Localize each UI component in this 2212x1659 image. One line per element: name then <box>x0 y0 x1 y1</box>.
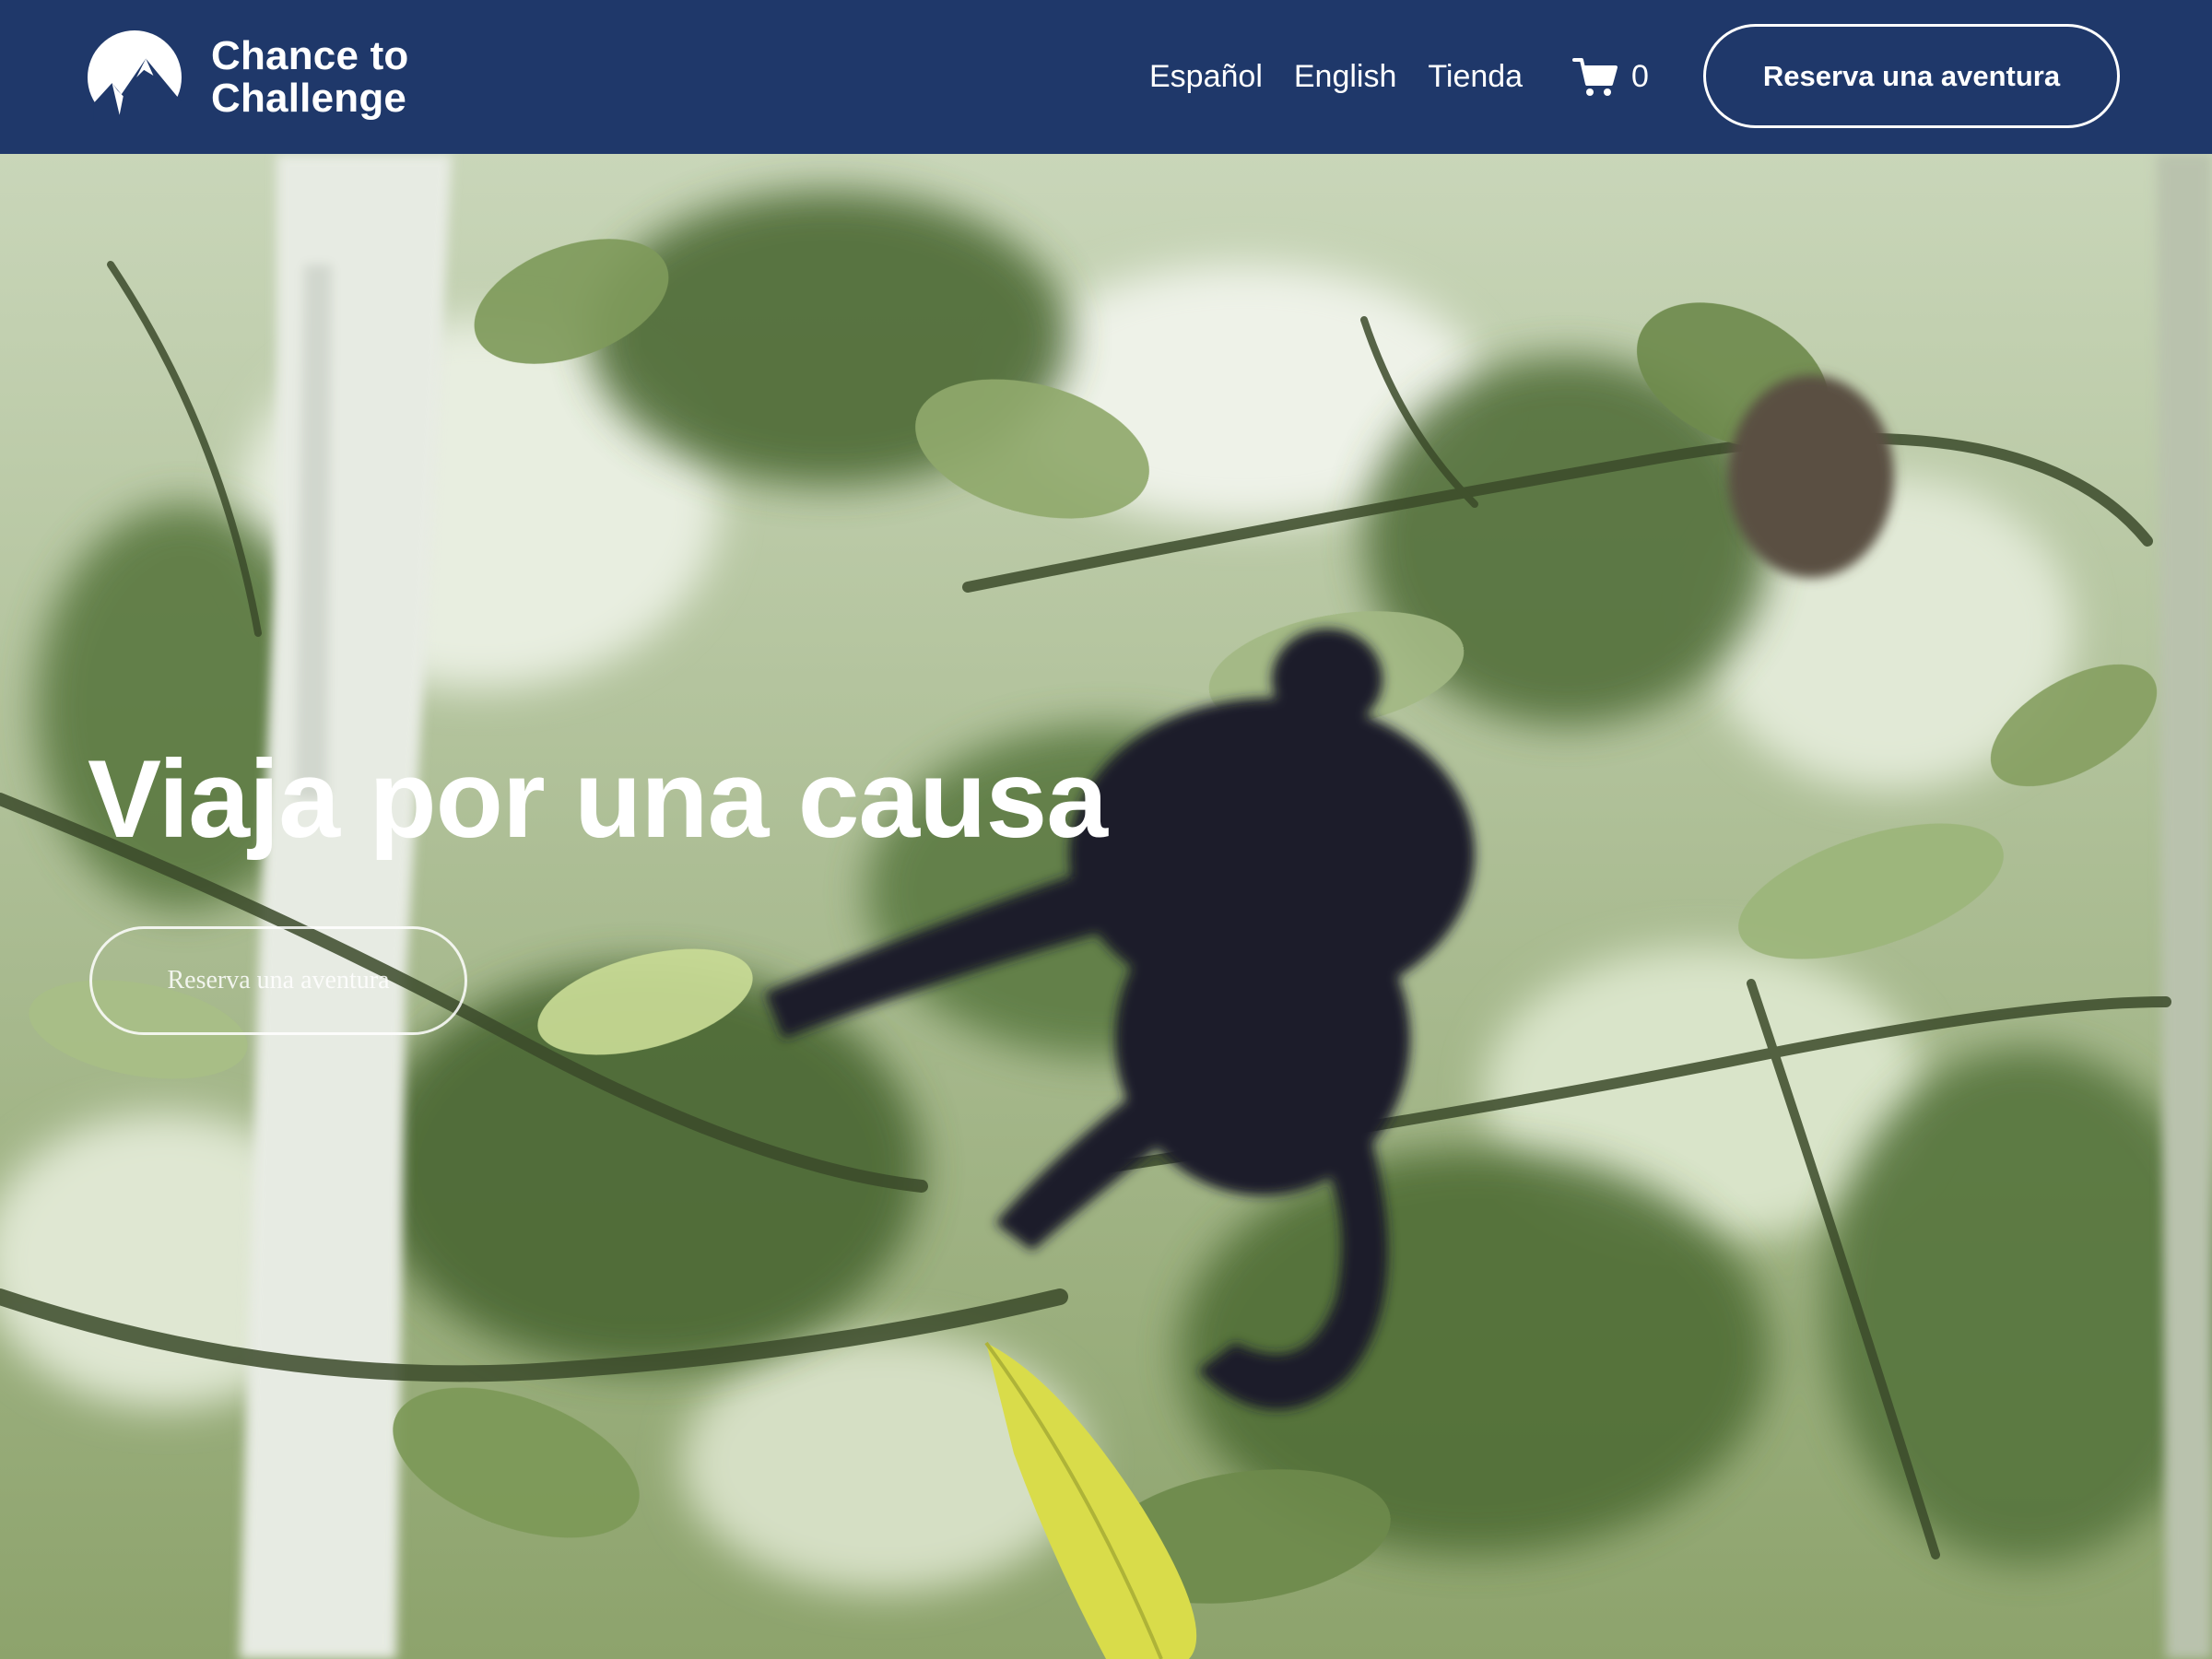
hero-background-photo <box>0 154 2212 1659</box>
nav-link-english[interactable]: English <box>1294 50 1397 103</box>
hero-title: Viaja por una causa <box>88 737 1108 861</box>
nav-link-espanol[interactable]: Español <box>1149 50 1263 103</box>
shopping-cart-icon <box>1572 58 1618 96</box>
main-nav: Español English Tienda <box>1149 50 1554 103</box>
brand-name: Chance to Challenge <box>211 33 409 121</box>
site-header: Chance to Challenge Español English Tien… <box>0 0 2212 154</box>
cart-count: 0 <box>1631 58 1649 94</box>
hero-section: Viaja por una causa Reserva una aventura <box>0 154 2212 1659</box>
cart-link[interactable]: 0 <box>1572 53 1649 100</box>
brand-home-link[interactable]: Chance to Challenge <box>88 30 451 124</box>
book-adventure-button[interactable]: Reserva una aventura <box>1703 24 2120 128</box>
hero-book-adventure-button[interactable]: Reserva una aventura <box>89 926 467 1035</box>
mountain-circle-icon <box>88 30 182 124</box>
nav-link-tienda[interactable]: Tienda <box>1428 50 1523 103</box>
